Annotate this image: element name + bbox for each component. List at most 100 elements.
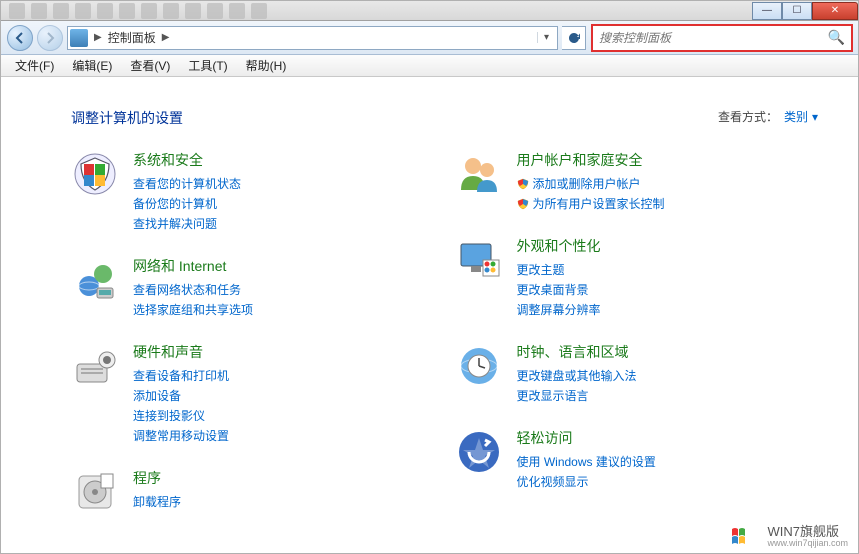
link-text: 优化视频显示 <box>517 472 589 492</box>
category-title[interactable]: 硬件和声音 <box>133 342 229 362</box>
qat-icon <box>97 3 113 19</box>
category-link[interactable]: 更改主题 <box>517 260 601 280</box>
category-link[interactable]: 使用 Windows 建议的设置 <box>517 452 656 472</box>
content-area: 调整计算机的设置 查看方式： 类别 ▾ 系统和安全 查看您的计算机状态备份您的计… <box>1 78 858 527</box>
watermark-sub: www.win7qijian.com <box>767 539 848 549</box>
link-text: 查找并解决问题 <box>133 214 217 234</box>
breadcrumb-dropdown-icon[interactable]: ▾ <box>537 32 555 43</box>
link-text: 选择家庭组和共享选项 <box>133 300 253 320</box>
forward-button[interactable] <box>37 25 63 51</box>
search-input[interactable] <box>599 31 828 45</box>
breadcrumb-arrow-icon[interactable]: ▶ <box>92 32 104 43</box>
qat-icon <box>31 3 47 19</box>
category-title[interactable]: 网络和 Internet <box>133 256 253 276</box>
titlebar: — ☐ ✕ <box>1 1 858 21</box>
qat-icon <box>119 3 135 19</box>
category-link[interactable]: 查看设备和打印机 <box>133 366 229 386</box>
category-link[interactable]: 添加或删除用户帐户 <box>517 174 665 194</box>
shield-icon <box>517 198 529 210</box>
link-text: 添加设备 <box>133 386 181 406</box>
window-controls: — ☐ ✕ <box>752 2 858 20</box>
navigation-bar: ▶ 控制面板 ▶ ▾ 🔍 <box>1 21 858 55</box>
close-button[interactable]: ✕ <box>812 2 858 20</box>
link-text: 调整常用移动设置 <box>133 426 229 446</box>
category-link[interactable]: 更改显示语言 <box>517 386 637 406</box>
category-link[interactable]: 备份您的计算机 <box>133 194 241 214</box>
view-by-label: 查看方式： <box>718 108 778 125</box>
category-link[interactable]: 选择家庭组和共享选项 <box>133 300 253 320</box>
category-link[interactable]: 查找并解决问题 <box>133 214 241 234</box>
link-text: 添加或删除用户帐户 <box>533 174 641 194</box>
category-icon <box>71 342 119 390</box>
shield-icon <box>517 178 529 190</box>
breadcrumb-arrow-icon[interactable]: ▶ <box>160 32 172 43</box>
refresh-icon <box>567 31 581 45</box>
link-text: 卸载程序 <box>133 492 181 512</box>
category-title[interactable]: 系统和安全 <box>133 150 241 170</box>
link-text: 使用 Windows 建议的设置 <box>517 452 656 472</box>
category-item: 系统和安全 查看您的计算机状态备份您的计算机查找并解决问题 <box>71 150 435 234</box>
category-link[interactable]: 调整屏幕分辨率 <box>517 300 601 320</box>
category-item: 用户帐户和家庭安全 添加或删除用户帐户为所有用户设置家长控制 <box>455 150 819 214</box>
qat-icon <box>9 3 25 19</box>
quick-access-toolbar <box>1 3 267 19</box>
link-text: 为所有用户设置家长控制 <box>533 194 665 214</box>
view-by-control: 查看方式： 类别 ▾ <box>718 108 818 125</box>
category-link[interactable]: 更改桌面背景 <box>517 280 601 300</box>
category-title[interactable]: 轻松访问 <box>517 428 656 448</box>
chevron-down-icon: ▾ <box>812 110 818 124</box>
minimize-button[interactable]: — <box>752 2 782 20</box>
back-button[interactable] <box>7 25 33 51</box>
qat-icon <box>207 3 223 19</box>
search-box[interactable]: 🔍 <box>592 25 852 51</box>
category-icon <box>455 342 503 390</box>
menu-tools[interactable]: 工具(T) <box>180 55 235 76</box>
link-text: 备份您的计算机 <box>133 194 217 214</box>
qat-icon <box>141 3 157 19</box>
category-link[interactable]: 调整常用移动设置 <box>133 426 229 446</box>
category-link[interactable]: 查看您的计算机状态 <box>133 174 241 194</box>
menu-help[interactable]: 帮助(H) <box>238 55 295 76</box>
category-link[interactable]: 优化视频显示 <box>517 472 656 492</box>
category-title[interactable]: 用户帐户和家庭安全 <box>517 150 665 170</box>
page-title: 调整计算机的设置 <box>71 108 818 128</box>
menu-edit[interactable]: 编辑(E) <box>64 55 120 76</box>
qat-icon <box>163 3 179 19</box>
search-icon[interactable]: 🔍 <box>828 29 845 46</box>
link-text: 查看设备和打印机 <box>133 366 229 386</box>
link-text: 更改桌面背景 <box>517 280 589 300</box>
qat-icon <box>251 3 267 19</box>
maximize-button[interactable]: ☐ <box>782 2 812 20</box>
category-column-right: 用户帐户和家庭安全 添加或删除用户帐户为所有用户设置家长控制 外观和个性化 更改… <box>455 150 819 527</box>
category-columns: 系统和安全 查看您的计算机状态备份您的计算机查找并解决问题 网络和 Intern… <box>71 150 818 527</box>
category-item: 硬件和声音 查看设备和打印机添加设备连接到投影仪调整常用移动设置 <box>71 342 435 446</box>
control-panel-icon <box>70 29 88 47</box>
menu-view[interactable]: 查看(V) <box>122 55 178 76</box>
category-link[interactable]: 查看网络状态和任务 <box>133 280 253 300</box>
category-link[interactable]: 添加设备 <box>133 386 229 406</box>
arrow-right-icon <box>44 32 56 44</box>
view-by-dropdown[interactable]: 类别 ▾ <box>784 108 818 125</box>
category-link[interactable]: 连接到投影仪 <box>133 406 229 426</box>
breadcrumb-item[interactable]: 控制面板 <box>104 29 160 46</box>
category-item: 外观和个性化 更改主题更改桌面背景调整屏幕分辨率 <box>455 236 819 320</box>
menu-bar: 文件(F) 编辑(E) 查看(V) 工具(T) 帮助(H) <box>1 55 858 77</box>
category-link[interactable]: 更改键盘或其他输入法 <box>517 366 637 386</box>
category-title[interactable]: 时钟、语言和区域 <box>517 342 637 362</box>
qat-icon <box>75 3 91 19</box>
category-title[interactable]: 程序 <box>133 468 181 488</box>
refresh-button[interactable] <box>562 26 586 50</box>
menu-file[interactable]: 文件(F) <box>7 55 62 76</box>
arrow-left-icon <box>14 32 26 44</box>
category-link[interactable]: 卸载程序 <box>133 492 181 512</box>
category-title[interactable]: 外观和个性化 <box>517 236 601 256</box>
link-text: 连接到投影仪 <box>133 406 205 426</box>
link-text: 更改显示语言 <box>517 386 589 406</box>
link-text: 查看您的计算机状态 <box>133 174 241 194</box>
category-icon <box>71 256 119 304</box>
qat-icon <box>185 3 201 19</box>
category-item: 轻松访问 使用 Windows 建议的设置优化视频显示 <box>455 428 819 492</box>
category-link[interactable]: 为所有用户设置家长控制 <box>517 194 665 214</box>
windows-flag-icon <box>731 526 759 548</box>
address-bar[interactable]: ▶ 控制面板 ▶ ▾ <box>67 26 558 50</box>
